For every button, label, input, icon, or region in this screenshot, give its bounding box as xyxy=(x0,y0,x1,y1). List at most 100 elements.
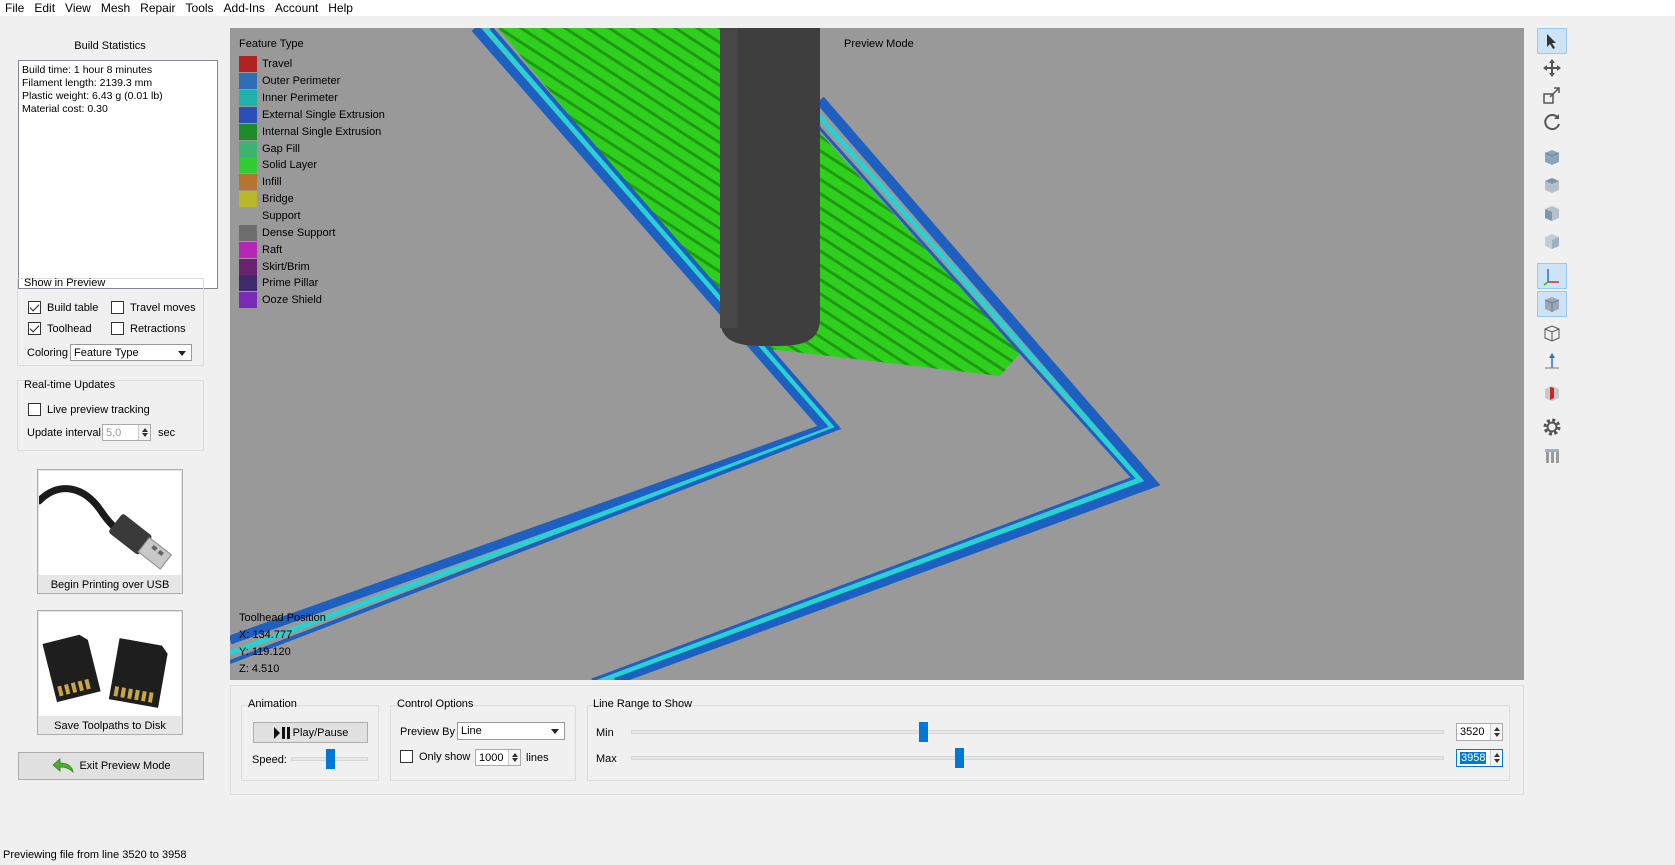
stat-filament-length: Filament length: 2139.3 mm xyxy=(22,77,153,89)
legend-label: Skirt/Brim xyxy=(262,260,310,273)
status-bar: Previewing file from line 3520 to 3958 xyxy=(3,849,187,861)
only-show-lines-spinbox[interactable]: 1000 xyxy=(475,749,521,766)
preview-by-select[interactable]: Line xyxy=(457,722,565,740)
menu-file[interactable]: File xyxy=(0,0,29,16)
normals-button[interactable] xyxy=(1537,348,1567,374)
coloring-select[interactable]: Feature Type xyxy=(70,344,192,361)
min-line-spinbox[interactable]: 3520 xyxy=(1456,723,1503,741)
legend-label: Raft xyxy=(262,243,283,256)
max-line-spinbox[interactable]: 3958 xyxy=(1456,749,1503,767)
legend-label: Internal Single Extrusion xyxy=(262,125,382,138)
preview-by-value: Line xyxy=(461,725,482,737)
move-tool-button[interactable] xyxy=(1537,55,1567,81)
legend-swatch xyxy=(239,224,257,241)
toolhead-y: Y: 119.120 xyxy=(239,646,291,658)
exit-preview-mode-button[interactable]: Exit Preview Mode xyxy=(18,752,204,780)
legend-swatch xyxy=(239,56,257,73)
play-pause-label: Play/Pause xyxy=(292,726,349,739)
build-statistics-box: Build time: 1 hour 8 minutes Filament le… xyxy=(18,60,218,289)
supports-button[interactable] xyxy=(1537,442,1567,468)
build-table-label: Build table xyxy=(47,301,99,314)
legend-swatch xyxy=(239,275,257,292)
min-slider-handle[interactable] xyxy=(919,722,928,742)
scale-tool-button[interactable] xyxy=(1537,82,1567,108)
move-icon xyxy=(1543,59,1561,77)
solid-view-button[interactable] xyxy=(1537,291,1567,317)
menu-help[interactable]: Help xyxy=(323,0,358,16)
retractions-label: Retractions xyxy=(130,322,186,335)
menu-mesh[interactable]: Mesh xyxy=(96,0,135,16)
cube-left-icon xyxy=(1545,206,1559,221)
menu-tools[interactable]: Tools xyxy=(181,0,219,16)
legend-swatch xyxy=(239,140,257,157)
legend-label: Outer Perimeter xyxy=(262,75,341,88)
only-show-checkbox[interactable]: Only show xyxy=(400,750,470,763)
legend-items: Travel Outer Perimeter Inner Perimeter Exte… xyxy=(239,56,385,309)
toolhead-checkbox[interactable]: Toolhead xyxy=(28,322,92,335)
spin-buttons[interactable] xyxy=(1490,724,1502,740)
cube-right-icon xyxy=(1545,234,1559,249)
view-top-button[interactable] xyxy=(1537,172,1567,198)
menu-view[interactable]: View xyxy=(60,0,96,16)
settings-button[interactable] xyxy=(1537,414,1567,440)
legend-item: Solid Layer xyxy=(239,157,385,174)
max-slider-track[interactable] xyxy=(631,756,1444,760)
travel-moves-checkbox[interactable]: Travel moves xyxy=(111,301,196,314)
legend-label: Support xyxy=(262,210,301,223)
save-toolpaths-disk-button[interactable]: Save Toolpaths to Disk xyxy=(37,610,183,735)
min-slider-track[interactable] xyxy=(631,730,1444,734)
max-slider-handle[interactable] xyxy=(955,748,964,768)
retractions-checkbox[interactable]: Retractions xyxy=(111,322,186,335)
view-front-button[interactable] xyxy=(1537,144,1567,170)
chevron-down-icon xyxy=(551,729,559,734)
legend-label: Bridge xyxy=(262,193,294,206)
rotate-tool-button[interactable] xyxy=(1537,109,1567,135)
sd-card-icon xyxy=(39,612,181,716)
legend-item: Gap Fill xyxy=(239,140,385,157)
max-line-value: 3958 xyxy=(1460,752,1487,764)
preview-viewport[interactable]: Feature Type Travel Outer Perimeter Inner … xyxy=(230,28,1524,680)
begin-printing-usb-label: Begin Printing over USB xyxy=(50,579,170,591)
menu-repair[interactable]: Repair xyxy=(135,0,180,16)
update-interval-spinbox[interactable]: 5,0 xyxy=(102,424,151,441)
begin-printing-usb-button[interactable]: Begin Printing over USB xyxy=(35,469,183,594)
legend-item: Ooze Shield xyxy=(239,292,385,309)
cross-section-button[interactable] xyxy=(1537,380,1567,406)
legend-label: Prime Pillar xyxy=(262,277,319,290)
line-range-group xyxy=(587,705,1510,781)
live-preview-tracking-checkbox[interactable]: Live preview tracking xyxy=(28,403,150,416)
build-table-checkbox[interactable]: Build table xyxy=(28,301,98,314)
legend-label: Infill xyxy=(262,176,282,189)
menu-bar: File Edit View Mesh Repair Tools Add-Ins Accoun… xyxy=(0,0,1675,16)
menu-edit[interactable]: Edit xyxy=(29,0,60,16)
spin-up-icon xyxy=(1494,753,1500,757)
update-interval-value: 5,0 xyxy=(106,427,122,439)
legend-item: Support xyxy=(239,208,385,225)
spin-buttons[interactable] xyxy=(508,750,520,765)
legend-swatch xyxy=(239,106,257,123)
checkbox-icon xyxy=(400,750,413,763)
menu-account[interactable]: Account xyxy=(270,0,323,16)
realtime-updates-title: Real-time Updates xyxy=(24,379,116,391)
menu-add-ins[interactable]: Add-Ins xyxy=(219,0,270,16)
coloring-value: Feature Type xyxy=(74,347,139,359)
view-left-button[interactable] xyxy=(1537,200,1567,226)
right-toolbar xyxy=(1536,28,1568,478)
wireframe-view-button[interactable] xyxy=(1537,320,1567,346)
checkbox-checked-icon xyxy=(28,301,41,314)
legend-swatch xyxy=(239,157,257,174)
max-label: Max xyxy=(596,753,617,765)
only-show-unit: lines xyxy=(526,752,549,764)
toolhead-position: Toolhead Position X: 134.777 Y: 119.120 … xyxy=(239,610,326,678)
legend-swatch xyxy=(239,174,257,191)
speed-slider-handle[interactable] xyxy=(326,749,335,769)
wireframe-cube-icon xyxy=(1544,325,1560,342)
spin-buttons[interactable] xyxy=(138,425,150,440)
select-tool-button[interactable] xyxy=(1537,28,1567,54)
legend-swatch xyxy=(239,208,257,225)
play-pause-button[interactable]: Play/Pause xyxy=(253,722,368,743)
spin-buttons[interactable] xyxy=(1490,750,1502,766)
show-axes-button[interactable] xyxy=(1537,263,1567,289)
legend-swatch xyxy=(239,258,257,275)
view-right-button[interactable] xyxy=(1537,228,1567,254)
